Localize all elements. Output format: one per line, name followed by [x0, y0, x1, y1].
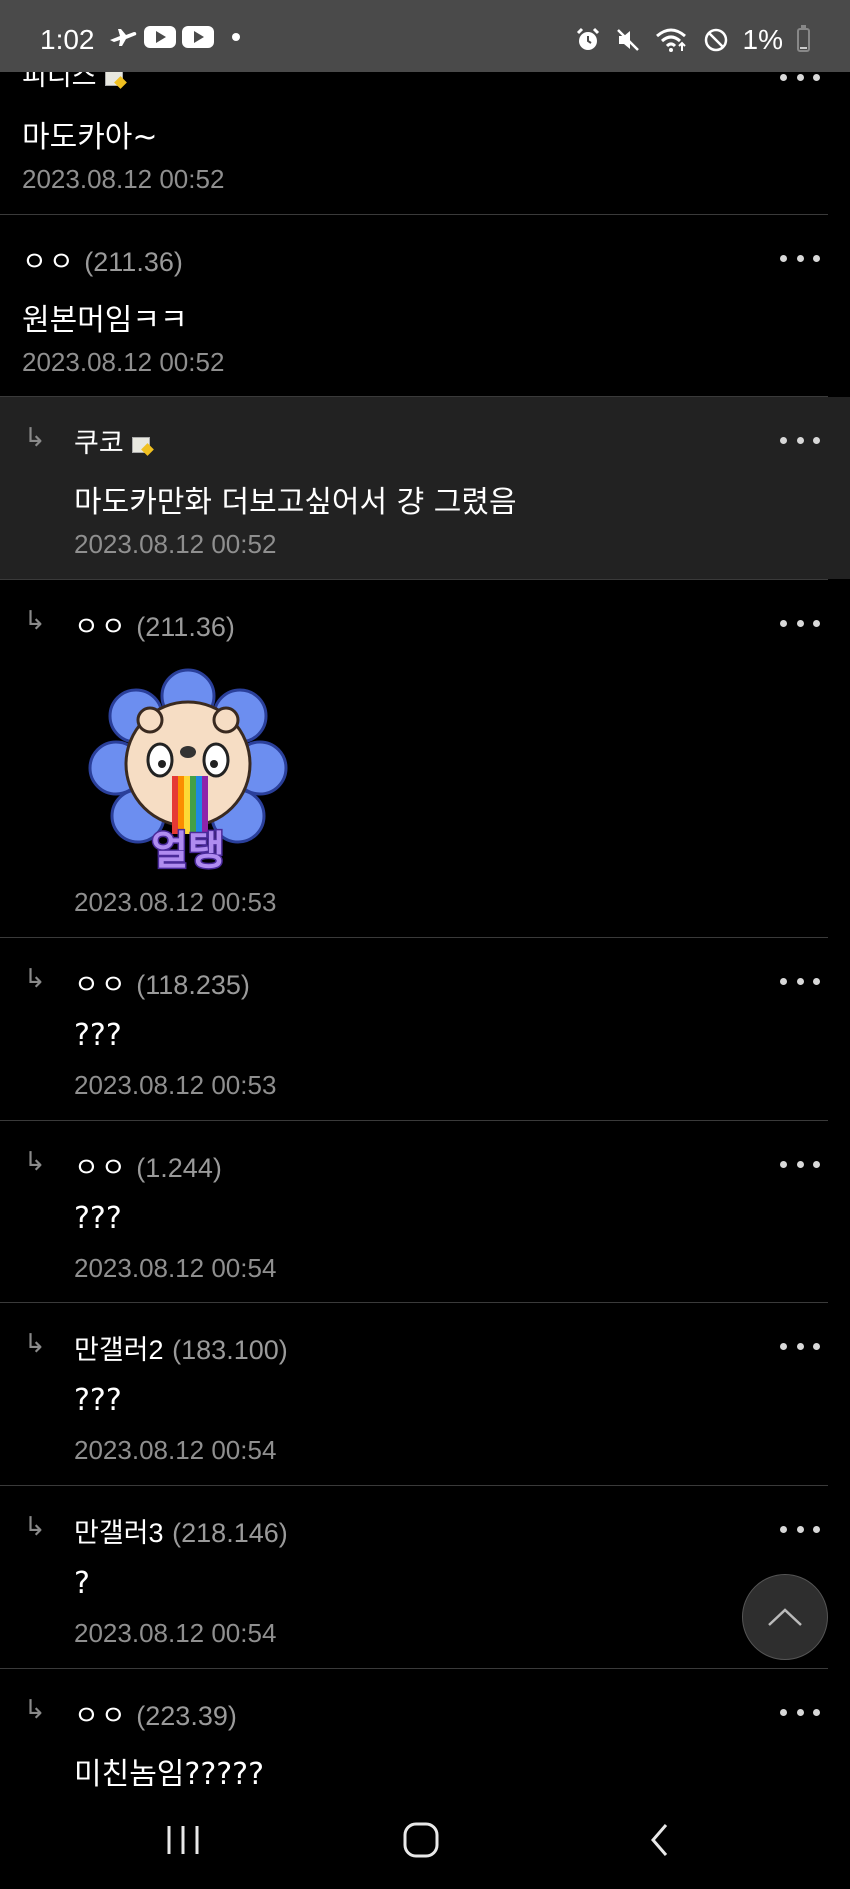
- comment-author: ㅇㅇ (223.39): [74, 1694, 237, 1733]
- youtube-icon: [144, 26, 176, 48]
- comment-item: ↳ ㅇㅇ (223.39) 미친놈임?????: [0, 1669, 850, 1792]
- more-options-button[interactable]: [780, 1341, 820, 1351]
- flight-icon: [110, 29, 137, 46]
- more-options-button[interactable]: [780, 618, 820, 628]
- battery-percent: 1%: [742, 24, 783, 55]
- status-right-icons: 1%: [575, 24, 810, 56]
- status-left-icons: [108, 26, 240, 48]
- home-icon: [403, 1822, 439, 1858]
- comment-time: 2023.08.12 00:52: [74, 529, 277, 559]
- comment-text: ???: [74, 1018, 122, 1053]
- more-options-button[interactable]: [780, 1159, 820, 1169]
- author-name[interactable]: 만갤러: [74, 1335, 149, 1366]
- author-ip: (211.36): [84, 247, 183, 277]
- author-name[interactable]: ㅇㅇ: [74, 970, 128, 1001]
- comment-text: ???: [74, 1201, 122, 1236]
- reply-arrow-icon: ↳: [24, 1512, 46, 1542]
- comment-text: ?: [74, 1566, 90, 1601]
- reply-arrow-icon: ↳: [24, 1329, 46, 1359]
- comment-time: 2023.08.12 00:53: [74, 887, 277, 917]
- reply-arrow-icon: ↳: [24, 423, 46, 453]
- more-options-button[interactable]: [780, 976, 820, 986]
- reply-arrow-icon: ↳: [24, 1147, 46, 1177]
- comment-item: ↳ ㅇㅇ (118.235) ??? 2023.08.12 00:53: [0, 938, 850, 1120]
- do-not-disturb-icon: [704, 28, 727, 52]
- more-options-button[interactable]: [780, 72, 820, 82]
- comment-author: ㅇㅇ (118.235): [74, 963, 250, 1002]
- comment-time: 2023.08.12 00:54: [74, 1253, 277, 1283]
- author-ip: (211.36): [136, 612, 235, 642]
- reply-arrow-icon: ↳: [24, 606, 46, 636]
- author-ip: (118.235): [136, 970, 250, 1000]
- comment-time: 2023.08.12 00:52: [22, 347, 225, 377]
- sticker-caption: 얼탱: [151, 828, 225, 874]
- memo-icon: [104, 70, 123, 86]
- reply-arrow-icon: ↳: [24, 964, 46, 994]
- comment-time: 2023.08.12 00:54: [74, 1618, 277, 1648]
- author-name[interactable]: ㅇㅇ: [22, 247, 76, 278]
- recent-apps-icon: [167, 1826, 199, 1854]
- author-name[interactable]: ㅇㅇ: [74, 612, 128, 643]
- comment-item: ↳ ㅇㅇ (1.244) ??? 2023.08.12 00:54: [0, 1121, 850, 1303]
- comment-text: 마도카만화 더보고싶어서 걍 그렸음: [74, 485, 517, 520]
- comment-text: 마도카아~: [22, 120, 158, 155]
- bear-flower-rainbow-sticker[interactable]: 얼탱: [88, 664, 288, 880]
- recent-apps-button[interactable]: [143, 1812, 223, 1868]
- comment-text: ???: [74, 1383, 122, 1418]
- comment-item: ↳ 만갤러3 (218.146) ? 2023.08.12 00:54: [0, 1486, 850, 1668]
- status-bar: 1:02 1%: [0, 0, 850, 72]
- comment-author: 쿠코: [74, 421, 150, 460]
- chevron-up-icon: [768, 1608, 802, 1626]
- more-options-button[interactable]: [780, 1707, 820, 1717]
- comment-time: 2023.08.12 00:54: [74, 1435, 277, 1465]
- comment-time: 2023.08.12 00:52: [22, 164, 225, 194]
- more-options-button[interactable]: [780, 253, 820, 263]
- author-ip: (218.146): [172, 1518, 288, 1548]
- author-name[interactable]: 쿠코: [74, 428, 124, 459]
- back-icon: [651, 1824, 668, 1856]
- wifi-icon: [655, 28, 686, 52]
- mute-icon: [616, 29, 639, 51]
- author-number: 3: [148, 1518, 164, 1548]
- comment-text: 원본머임ㅋㅋ: [22, 303, 188, 338]
- comment-author: ㅇㅇ (211.36): [22, 240, 183, 279]
- comment-item: ↳ 만갤러2 (183.100) ??? 2023.08.12 00:54: [0, 1303, 850, 1485]
- author-name[interactable]: 만갤러: [74, 1518, 149, 1549]
- comment-item: ↳ 쿠코 마도카만화 더보고싶어서 걍 그렸음 2023.08.12 00:52: [0, 397, 850, 579]
- more-options-button[interactable]: [780, 435, 820, 445]
- reply-arrow-icon: ↳: [24, 1695, 46, 1725]
- author-name[interactable]: ㅇㅇ: [74, 1153, 128, 1184]
- author-ip: (183.100): [172, 1335, 288, 1365]
- author-ip: (223.39): [136, 1701, 237, 1731]
- status-time: 1:02: [40, 24, 95, 55]
- notification-dot-icon: [232, 33, 240, 41]
- author-ip: (1.244): [136, 1153, 222, 1183]
- comment-time: 2023.08.12 00:53: [74, 1070, 277, 1100]
- youtube-icon: [182, 26, 214, 48]
- comment-author: 만갤러2 (183.100): [74, 1328, 288, 1367]
- comment-text: 미친놈임?????: [74, 1757, 265, 1792]
- comment-item: ㅇㅇ (211.36) 원본머임ㅋㅋ 2023.08.12 00:52: [0, 215, 850, 397]
- back-button[interactable]: [620, 1812, 700, 1868]
- scroll-to-top-button[interactable]: [742, 1574, 828, 1660]
- author-name[interactable]: ㅇㅇ: [74, 1701, 128, 1732]
- comment-item: 피디스 마도카아~ 2023.08.12 00:52: [0, 50, 850, 215]
- comment-author: ㅇㅇ (1.244): [74, 1146, 222, 1185]
- battery-icon: [797, 25, 810, 52]
- rainbow-stream: [172, 776, 208, 834]
- author-number: 2: [148, 1335, 164, 1365]
- comment-author: ㅇㅇ (211.36): [74, 605, 235, 644]
- alarm-icon: [576, 27, 599, 50]
- more-options-button[interactable]: [780, 1524, 820, 1534]
- navigation-bar: [0, 1790, 850, 1889]
- comment-author: 만갤러3 (218.146): [74, 1511, 288, 1550]
- home-button[interactable]: [381, 1812, 461, 1868]
- memo-icon: [131, 437, 150, 453]
